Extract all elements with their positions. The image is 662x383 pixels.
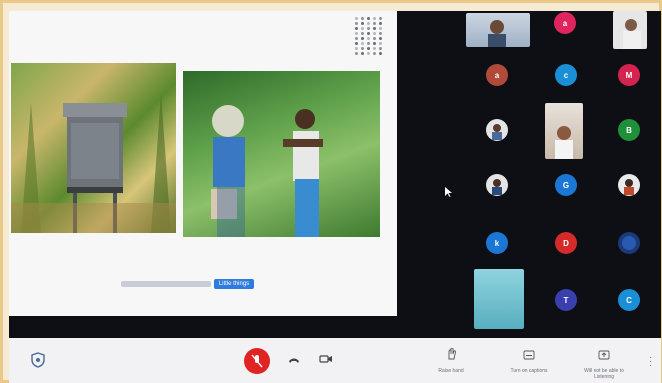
swatch-dot: [367, 32, 370, 35]
slide-footer: Little things: [121, 279, 271, 291]
captions-label: Turn on captions: [510, 368, 548, 374]
swatch-dot: [361, 17, 364, 20]
swatch-dot: [361, 22, 364, 25]
swatch-dot: [355, 17, 358, 20]
swatch-dot: [379, 37, 382, 40]
swatch-dot: [355, 52, 358, 55]
swatch-dot: [373, 37, 376, 40]
footer-caption: [121, 281, 211, 287]
person-icon: [492, 124, 502, 140]
swatch-dot: [373, 17, 376, 20]
swatch-dot: [361, 32, 364, 35]
swatch-dot: [373, 42, 376, 45]
person-video-icon: [488, 20, 506, 47]
participant-avatar[interactable]: C: [618, 289, 640, 311]
person-icon: [492, 179, 502, 195]
participant-photo-avatar[interactable]: [618, 232, 640, 254]
participant-avatar[interactable]: G: [555, 174, 577, 196]
swatch-dot: [361, 47, 364, 50]
mute-microphone-button[interactable]: [244, 348, 270, 374]
swatch-dot: [361, 27, 364, 30]
swatch-dot: [367, 22, 370, 25]
present-screen-icon: [598, 350, 610, 360]
more-options-icon[interactable]: · · ·: [649, 353, 652, 371]
swatch-dot: [379, 22, 382, 25]
swatch-dot: [367, 52, 370, 55]
present-button[interactable]: Will not be able to Listening: [574, 347, 634, 380]
swatch-dot: [355, 47, 358, 50]
swatch-dot: [361, 52, 364, 55]
meeting-toolbar: Raise hand Turn on captions Will not be …: [9, 338, 661, 383]
swatch-dot: [367, 47, 370, 50]
meeting-window: Little things a a c M B G k D T C Raise …: [9, 11, 661, 383]
swatch-dot: [355, 42, 358, 45]
shield-icon[interactable]: [31, 352, 45, 368]
present-label: Will not be able to Listening: [574, 368, 634, 380]
swatch-dot: [367, 17, 370, 20]
hand-icon: [448, 347, 456, 360]
captions-button[interactable]: Turn on captions: [499, 347, 559, 374]
participant-photo-avatar[interactable]: [618, 174, 640, 196]
swatch-dot: [373, 22, 376, 25]
participant-avatar[interactable]: T: [555, 289, 577, 311]
slide-action-button[interactable]: Little things: [214, 279, 254, 289]
person-icon: [624, 179, 634, 195]
shared-presentation: Little things: [9, 11, 397, 316]
swatch-dot: [361, 42, 364, 45]
swatch-dot: [379, 32, 382, 35]
present-label-line-2: Listening: [593, 374, 614, 380]
swatch-dot: [379, 47, 382, 50]
mouse-cursor-icon: [445, 187, 452, 197]
beehive-photo: [11, 63, 176, 233]
raise-hand-button[interactable]: Raise hand: [421, 347, 481, 374]
beekeepers-illustration: [211, 105, 323, 237]
swatch-dot: [367, 27, 370, 30]
participant-avatar[interactable]: B: [618, 119, 640, 141]
swatch-dot: [373, 52, 376, 55]
beehive-illustration: [11, 93, 176, 233]
participant-video-1[interactable]: [466, 13, 530, 47]
swatch-dot: [379, 52, 382, 55]
captions-icon: [523, 350, 535, 360]
swatch-dot: [367, 42, 370, 45]
screen-frame: Little things a a c M B G k D T C Raise …: [0, 0, 662, 383]
camera-icon[interactable]: [319, 352, 333, 366]
swatch-dot: [379, 27, 382, 30]
participant-avatar[interactable]: M: [618, 64, 640, 86]
participant-avatar[interactable]: a: [486, 64, 508, 86]
participant-avatar[interactable]: k: [486, 232, 508, 254]
person-video-icon: [623, 19, 641, 49]
participant-video-2[interactable]: [613, 11, 647, 49]
swatch-dot: [379, 17, 382, 20]
participant-avatar[interactable]: a: [554, 12, 576, 34]
participant-photo-avatar[interactable]: [486, 119, 508, 141]
swatch-dot: [367, 37, 370, 40]
participant-photo-avatar[interactable]: [486, 174, 508, 196]
swatch-dot: [379, 42, 382, 45]
participant-video-4[interactable]: [474, 269, 524, 329]
swatch-dot: [373, 32, 376, 35]
raise-hand-label: Raise hand: [438, 368, 464, 374]
person-video-icon: [555, 126, 573, 159]
swatch-dot: [373, 27, 376, 30]
swatch-dot: [355, 22, 358, 25]
swatch-dot: [355, 37, 358, 40]
beekeepers-photo: [183, 71, 380, 237]
swatch-dot: [355, 27, 358, 30]
globe-icon: [622, 236, 636, 250]
swatch-grid-icon: [355, 17, 387, 61]
swatch-dot: [361, 37, 364, 40]
swatch-dot: [355, 32, 358, 35]
participant-avatar[interactable]: D: [555, 232, 577, 254]
participant-video-3[interactable]: [545, 103, 583, 159]
swatch-dot: [373, 47, 376, 50]
end-call-icon[interactable]: [287, 352, 301, 366]
microphone-off-icon: [251, 354, 263, 368]
participant-avatar[interactable]: c: [555, 64, 577, 86]
